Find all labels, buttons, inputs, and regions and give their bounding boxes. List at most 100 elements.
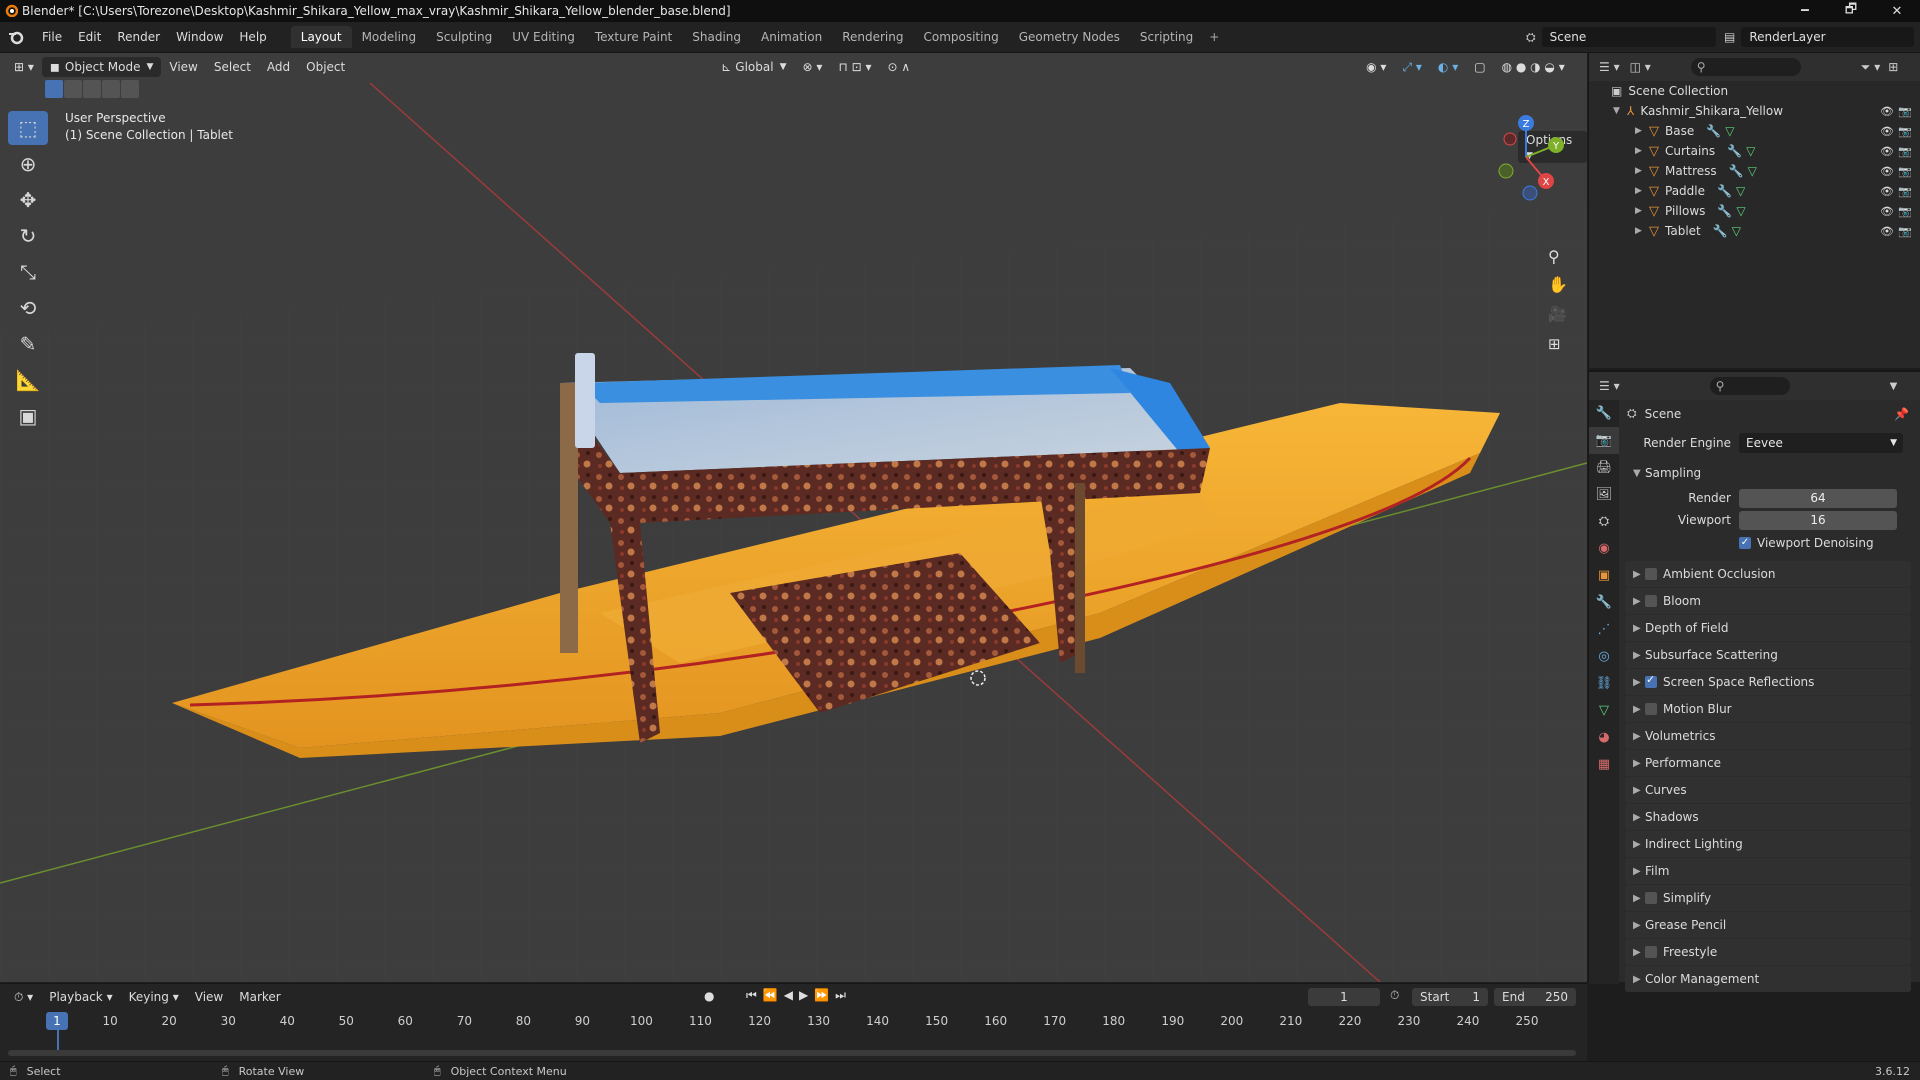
visibility-eye-icon[interactable]: 👁: [1880, 105, 1894, 118]
viewport-menu-object[interactable]: Object: [298, 57, 353, 77]
menu-file[interactable]: File: [34, 30, 70, 44]
tab-geometry-nodes[interactable]: Geometry Nodes: [1009, 26, 1130, 48]
data-tab-icon[interactable]: ▽: [1589, 697, 1619, 724]
panel-shadows[interactable]: ▶ Shadows: [1625, 804, 1911, 830]
constraints-tab-icon[interactable]: ⛓: [1589, 670, 1619, 697]
visibility-button[interactable]: ◉ ▾: [1358, 57, 1394, 77]
maximize-button[interactable]: 🗗: [1828, 0, 1874, 22]
world-tab-icon[interactable]: ◉: [1589, 535, 1619, 562]
expand-down-icon[interactable]: ▼: [1613, 106, 1627, 116]
frame-ruler[interactable]: 1102030405060708090100110120130140150160…: [0, 1014, 1587, 1032]
timeline-menu-marker[interactable]: Marker: [231, 990, 288, 1004]
render-layer-selector[interactable]: ▤ RenderLayer: [1724, 26, 1914, 48]
panel-enable-checkbox[interactable]: [1645, 568, 1657, 580]
playback-controls[interactable]: ⏮⏪◀▶⏩⏭: [746, 988, 852, 1003]
close-button[interactable]: ✕: [1874, 0, 1920, 22]
timeline-menu-keying[interactable]: Keying ▾: [121, 990, 187, 1004]
render-tab-icon[interactable]: 📷: [1589, 427, 1619, 454]
transform-tool-icon[interactable]: ⟲: [8, 291, 48, 325]
blender-menu-icon[interactable]: [8, 29, 24, 45]
viewport-menu-view[interactable]: View: [161, 57, 205, 77]
cursor-tool-icon[interactable]: ⊕: [8, 147, 48, 181]
tab-texture-paint[interactable]: Texture Paint: [585, 26, 682, 48]
panel-ambient-occlusion[interactable]: ▶ Ambient Occlusion: [1625, 561, 1911, 587]
panel-indirect-lighting[interactable]: ▶ Indirect Lighting: [1625, 831, 1911, 857]
menu-help[interactable]: Help: [231, 30, 274, 44]
editor-type-button[interactable]: ⏱ ▾: [6, 990, 41, 1005]
pin-icon[interactable]: 📌: [1894, 407, 1909, 421]
render-engine-dropdown[interactable]: Eevee ▼: [1739, 432, 1903, 453]
outliner-row-curtains[interactable]: ▶ ▽ Curtains 🔧 ▽ 👁 📷: [1589, 141, 1920, 161]
panel-color-management[interactable]: ▶ Color Management: [1625, 966, 1911, 992]
menu-edit[interactable]: Edit: [70, 30, 109, 44]
annotate-tool-icon[interactable]: ✎: [8, 327, 48, 361]
3d-viewport[interactable]: ⊞ ▾ ◼ Object Mode ▼ View Select Add Obje…: [0, 53, 1587, 982]
expand-right-icon[interactable]: ▶: [1635, 166, 1649, 176]
output-tab-icon[interactable]: 🖨: [1589, 454, 1619, 481]
clock-icon[interactable]: ⏱: [1390, 988, 1399, 1003]
current-frame-indicator[interactable]: 1: [46, 1012, 68, 1030]
scene-tab-icon[interactable]: ⛭: [1589, 508, 1619, 535]
new-collection-icon[interactable]: ⊞: [1888, 60, 1898, 74]
select-intersect-icon[interactable]: [121, 80, 139, 98]
render-samples-field[interactable]: 64: [1739, 488, 1897, 508]
viewport-menu-select[interactable]: Select: [206, 57, 259, 77]
expand-right-icon[interactable]: ▶: [1635, 126, 1649, 136]
tab-compositing[interactable]: Compositing: [913, 26, 1008, 48]
zoom-icon[interactable]: ⚲: [1548, 247, 1560, 266]
viewport-denoising-checkbox[interactable]: ✓: [1739, 537, 1751, 549]
panel-freestyle[interactable]: ▶ Freestyle: [1625, 939, 1911, 965]
particles-tab-icon[interactable]: ⋰: [1589, 616, 1619, 643]
navigation-gizmo[interactable]: Z Y X ⚲ ✋ 🎥 ⊞: [1486, 109, 1576, 359]
timeline-menu-playback[interactable]: Playback ▾: [41, 990, 120, 1004]
tab-uv-editing[interactable]: UV Editing: [502, 26, 585, 48]
overlay-toggle-button[interactable]: ◐ ▾: [1430, 57, 1466, 77]
panel-enable-checkbox[interactable]: [1645, 946, 1657, 958]
panel-enable-checkbox[interactable]: [1645, 892, 1657, 904]
panel-enable-checkbox[interactable]: [1645, 673, 1657, 688]
outliner-row-pillows[interactable]: ▶ ▽ Pillows 🔧 ▽ 👁 📷: [1589, 201, 1920, 221]
tab-rendering[interactable]: Rendering: [832, 26, 913, 48]
end-frame-field[interactable]: End 250: [1494, 988, 1576, 1006]
panel-grease-pencil[interactable]: ▶ Grease Pencil: [1625, 912, 1911, 938]
display-mode-icon[interactable]: ◫ ▾: [1630, 60, 1651, 74]
pan-hand-icon[interactable]: ✋: [1548, 275, 1568, 294]
gizmo-toggle-button[interactable]: ⤢ ▾: [1394, 57, 1429, 77]
outliner-row-mattress[interactable]: ▶ ▽ Mattress 🔧 ▽ 👁 📷: [1589, 161, 1920, 181]
camera-view-icon[interactable]: 🎥: [1548, 305, 1567, 323]
visibility-eye-icon[interactable]: 👁: [1880, 225, 1894, 238]
filter-icon[interactable]: ⏷ ▾: [1861, 60, 1880, 75]
render-camera-icon[interactable]: 📷: [1898, 105, 1912, 118]
render-camera-icon[interactable]: 📷: [1898, 185, 1912, 198]
xray-toggle-button[interactable]: ▢: [1466, 57, 1493, 77]
viewport-samples-field[interactable]: 16: [1739, 510, 1897, 530]
chevron-down-icon[interactable]: ▼: [1890, 381, 1898, 392]
expand-right-icon[interactable]: ▶: [1635, 226, 1649, 236]
tab-animation[interactable]: Animation: [751, 26, 832, 48]
panel-volumetrics[interactable]: ▶ Volumetrics: [1625, 723, 1911, 749]
select-extend-icon[interactable]: [64, 80, 82, 98]
editor-type-icon[interactable]: ☰ ▾: [1599, 379, 1620, 393]
add-workspace-button[interactable]: +: [1203, 26, 1225, 48]
timeline-scrollbar[interactable]: [8, 1050, 1576, 1056]
editor-type-icon[interactable]: ☰ ▾: [1599, 60, 1620, 74]
render-camera-icon[interactable]: 📷: [1898, 205, 1912, 218]
outliner-row-collection[interactable]: ▼ ⅄ Kashmir_Shikara_Yellow 👁 📷: [1589, 101, 1920, 121]
render-camera-icon[interactable]: 📷: [1898, 165, 1912, 178]
render-camera-icon[interactable]: 📷: [1898, 225, 1912, 238]
menu-render[interactable]: Render: [109, 30, 168, 44]
outliner-row-paddle[interactable]: ▶ ▽ Paddle 🔧 ▽ 👁 📷: [1589, 181, 1920, 201]
start-frame-field[interactable]: Start 1: [1412, 988, 1488, 1006]
panel-bloom[interactable]: ▶ Bloom: [1625, 588, 1911, 614]
select-new-icon[interactable]: [45, 80, 63, 98]
measure-tool-icon[interactable]: 📐: [8, 363, 48, 397]
object-tab-icon[interactable]: ▣: [1589, 562, 1619, 589]
select-box-tool-icon[interactable]: ⬚: [8, 111, 48, 145]
expand-right-icon[interactable]: ▶: [1635, 206, 1649, 216]
panel-sampling[interactable]: ▼ Sampling: [1625, 460, 1911, 486]
current-frame-field[interactable]: 1: [1308, 988, 1380, 1006]
expand-right-icon[interactable]: ▶: [1635, 186, 1649, 196]
panel-simplify[interactable]: ▶ Simplify: [1625, 885, 1911, 911]
outliner-row-tablet[interactable]: ▶ ▽ Tablet 🔧 ▽ 👁 📷: [1589, 221, 1920, 241]
menu-window[interactable]: Window: [168, 30, 231, 44]
